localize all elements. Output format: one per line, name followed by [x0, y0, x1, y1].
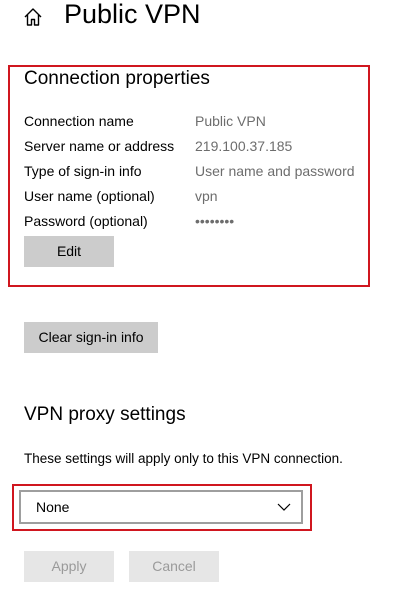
connection-properties-heading: Connection properties [24, 68, 210, 89]
property-value: vpn [195, 188, 218, 204]
property-label: Password (optional) [24, 213, 148, 229]
property-row-password: Password (optional) •••••••• [24, 213, 364, 233]
vpn-proxy-settings-heading: VPN proxy settings [24, 404, 186, 425]
property-value: User name and password [195, 163, 355, 179]
edit-button[interactable]: Edit [24, 236, 114, 267]
proxy-dropdown-value: None [36, 499, 70, 515]
page-title: Public VPN [64, 0, 201, 29]
property-value: 219.100.37.185 [195, 138, 293, 154]
vpn-settings-page: Public VPN Connection properties Connect… [0, 0, 400, 600]
chevron-down-icon [277, 503, 291, 511]
home-icon[interactable] [22, 6, 44, 28]
property-label: Type of sign-in info [24, 163, 142, 179]
proxy-dropdown[interactable]: None [19, 490, 303, 524]
property-row-sign-in-type: Type of sign-in info User name and passw… [24, 163, 364, 183]
clear-sign-in-info-button[interactable]: Clear sign-in info [24, 322, 158, 353]
property-value: •••••••• [195, 213, 235, 229]
property-row-connection-name: Connection name Public VPN [24, 113, 364, 133]
cancel-button[interactable]: Cancel [129, 551, 219, 582]
property-label: Server name or address [24, 138, 175, 154]
property-row-user-name: User name (optional) vpn [24, 188, 364, 208]
apply-button[interactable]: Apply [24, 551, 114, 582]
property-row-server-name: Server name or address 219.100.37.185 [24, 138, 364, 158]
property-label: User name (optional) [24, 188, 155, 204]
proxy-description: These settings will apply only to this V… [24, 451, 343, 466]
property-label: Connection name [24, 113, 134, 129]
property-value: Public VPN [195, 113, 266, 129]
